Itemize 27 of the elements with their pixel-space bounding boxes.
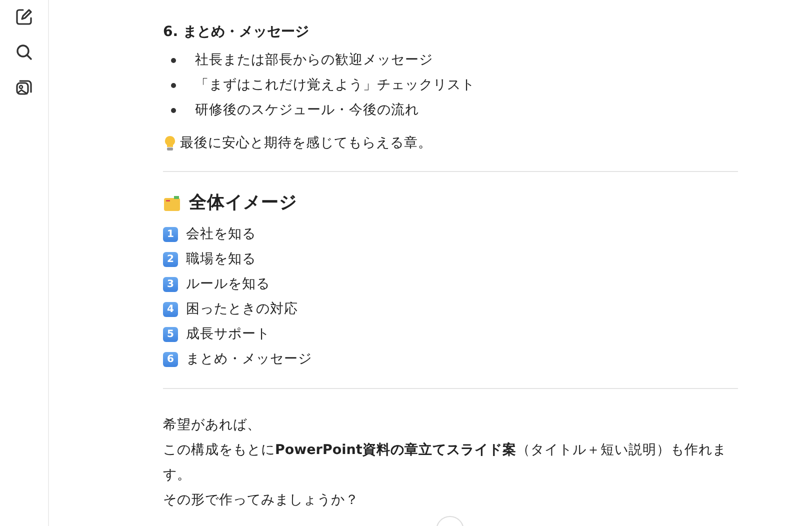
folder-icon [163,194,181,212]
paragraph: 希望があれば、 [163,416,262,435]
bullet-icon [171,108,176,113]
number-icon: 5 [163,327,178,342]
number-icon: 4 [163,302,178,317]
overview-heading: 全体イメージ [189,192,297,215]
list-item: ルールを知る [186,275,270,294]
lightbulb-icon [163,134,177,152]
list-item: 成長サポート [186,325,270,344]
list-item: 会社を知る [186,225,256,244]
edit-icon[interactable] [13,6,35,28]
list-item: 「まずはこれだけ覚えよう」チェックリスト [195,76,475,95]
paragraph: その形で作ってみましょうか？ [163,491,360,510]
section-heading: 6. まとめ・メッセージ [163,23,310,42]
number-icon: 2 [163,252,178,267]
bullet-icon [171,83,176,88]
paragraph: この構成をもとにPowerPoint資料の章立てスライド案（タイトル＋短い説明）も作れます。 [163,441,728,485]
list-item: 研修後のスケジュール・今後の流れ [195,101,419,120]
list-item: 職場を知る [186,250,256,269]
list-item: まとめ・メッセージ [186,350,312,369]
number-icon: 1 [163,227,178,242]
number-icon: 6 [163,352,178,367]
list-item: 困ったときの対応 [186,300,298,319]
note-text: 最後に安心と期待を感じてもらえる章。 [180,134,432,153]
list-item: 社長または部長からの歓迎メッセージ [195,51,433,70]
bullet-icon [171,58,176,63]
number-icon: 3 [163,277,178,292]
